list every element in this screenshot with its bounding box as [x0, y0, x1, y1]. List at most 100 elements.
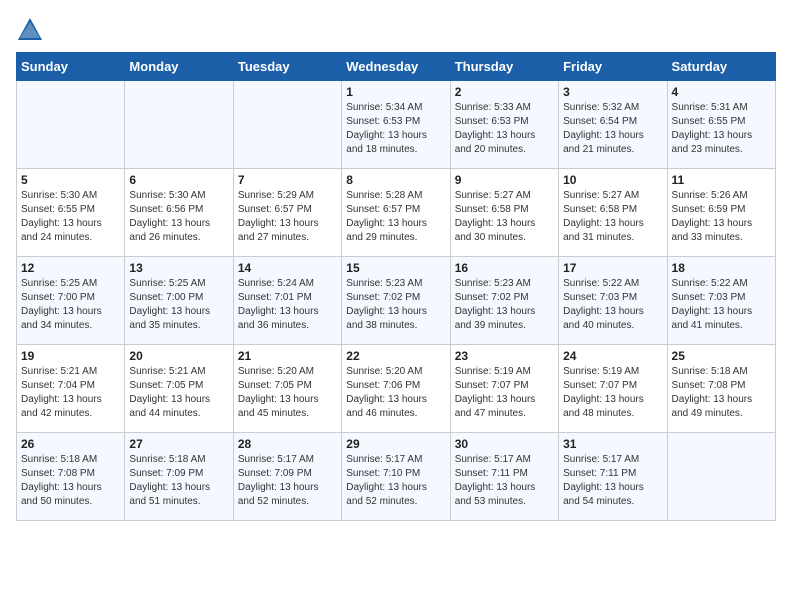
cell-content: Sunrise: 5:27 AM Sunset: 6:58 PM Dayligh… [455, 189, 554, 245]
cell-content: Sunrise: 5:20 AM Sunset: 7:06 PM Dayligh… [346, 365, 445, 421]
day-number: 19 [21, 349, 120, 363]
cell-content: Sunrise: 5:32 AM Sunset: 6:54 PM Dayligh… [563, 101, 662, 157]
calendar-cell: 3 Sunrise: 5:32 AM Sunset: 6:54 PM Daylig… [559, 81, 667, 169]
cell-content: Sunrise: 5:18 AM Sunset: 7:08 PM Dayligh… [21, 453, 120, 509]
calendar-cell: 19 Sunrise: 5:21 AM Sunset: 7:04 PM Dayli… [17, 345, 125, 433]
calendar-cell: 11 Sunrise: 5:26 AM Sunset: 6:59 PM Dayli… [667, 169, 775, 257]
day-number: 12 [21, 261, 120, 275]
day-header-wednesday: Wednesday [342, 53, 450, 81]
calendar-cell: 15Sunrise: 5:23 AM Sunset: 7:02 PM Dayli… [342, 257, 450, 345]
calendar-cell: 30 Sunrise: 5:17 AM Sunset: 7:11 PM Dayli… [450, 433, 558, 521]
day-number: 9 [455, 173, 554, 187]
calendar-cell: 7 Sunrise: 5:29 AM Sunset: 6:57 PM Daylig… [233, 169, 341, 257]
calendar-cell: 4 Sunrise: 5:31 AM Sunset: 6:55 PM Daylig… [667, 81, 775, 169]
cell-content: Sunrise: 5:17 AM Sunset: 7:11 PM Dayligh… [455, 453, 554, 509]
day-number: 18 [672, 261, 771, 275]
day-number: 5 [21, 173, 120, 187]
cell-content: Sunrise: 5:34 AM Sunset: 6:53 PM Dayligh… [346, 101, 445, 157]
calendar-cell: 1 Sunrise: 5:34 AM Sunset: 6:53 PM Daylig… [342, 81, 450, 169]
cell-content: Sunrise: 5:18 AM Sunset: 7:08 PM Dayligh… [672, 365, 771, 421]
calendar-header-row: SundayMondayTuesdayWednesdayThursdayFrid… [17, 53, 776, 81]
day-header-tuesday: Tuesday [233, 53, 341, 81]
calendar-cell: 8 Sunrise: 5:28 AM Sunset: 6:57 PM Daylig… [342, 169, 450, 257]
cell-content: Sunrise: 5:18 AM Sunset: 7:09 PM Dayligh… [129, 453, 228, 509]
cell-content: Sunrise: 5:21 AM Sunset: 7:04 PM Dayligh… [21, 365, 120, 421]
day-number: 15 [346, 261, 445, 275]
calendar-cell: 5 Sunrise: 5:30 AM Sunset: 6:55 PM Daylig… [17, 169, 125, 257]
cell-content: Sunrise: 5:17 AM Sunset: 7:09 PM Dayligh… [238, 453, 337, 509]
week-row-5: 26 Sunrise: 5:18 AM Sunset: 7:08 PM Dayli… [17, 433, 776, 521]
calendar-cell: 18 Sunrise: 5:22 AM Sunset: 7:03 PM Dayli… [667, 257, 775, 345]
day-number: 30 [455, 437, 554, 451]
day-number: 21 [238, 349, 337, 363]
day-number: 6 [129, 173, 228, 187]
cell-content: Sunrise: 5:29 AM Sunset: 6:57 PM Dayligh… [238, 189, 337, 245]
calendar-cell: 27Sunrise: 5:18 AM Sunset: 7:09 PM Dayli… [125, 433, 233, 521]
header [16, 16, 776, 44]
cell-content: Sunrise: 5:22 AM Sunset: 7:03 PM Dayligh… [563, 277, 662, 333]
cell-content: Sunrise: 5:31 AM Sunset: 6:55 PM Dayligh… [672, 101, 771, 157]
day-number: 8 [346, 173, 445, 187]
day-number: 7 [238, 173, 337, 187]
day-header-thursday: Thursday [450, 53, 558, 81]
day-header-friday: Friday [559, 53, 667, 81]
day-number: 4 [672, 85, 771, 99]
day-number: 26 [21, 437, 120, 451]
cell-content: Sunrise: 5:19 AM Sunset: 7:07 PM Dayligh… [455, 365, 554, 421]
week-row-3: 12 Sunrise: 5:25 AM Sunset: 7:00 PM Dayli… [17, 257, 776, 345]
day-number: 31 [563, 437, 662, 451]
cell-content: Sunrise: 5:20 AM Sunset: 7:05 PM Dayligh… [238, 365, 337, 421]
cell-content: Sunrise: 5:23 AM Sunset: 7:02 PM Dayligh… [455, 277, 554, 333]
calendar-cell: 10Sunrise: 5:27 AM Sunset: 6:58 PM Dayli… [559, 169, 667, 257]
calendar-cell: 31 Sunrise: 5:17 AM Sunset: 7:11 PM Dayli… [559, 433, 667, 521]
day-number: 28 [238, 437, 337, 451]
cell-content: Sunrise: 5:17 AM Sunset: 7:10 PM Dayligh… [346, 453, 445, 509]
calendar-cell: 9 Sunrise: 5:27 AM Sunset: 6:58 PM Daylig… [450, 169, 558, 257]
calendar-cell [667, 433, 775, 521]
calendar-cell [233, 81, 341, 169]
calendar-cell [125, 81, 233, 169]
calendar-cell: 25Sunrise: 5:18 AM Sunset: 7:08 PM Dayli… [667, 345, 775, 433]
day-number: 20 [129, 349, 228, 363]
week-row-4: 19 Sunrise: 5:21 AM Sunset: 7:04 PM Dayli… [17, 345, 776, 433]
calendar-cell: 17 Sunrise: 5:22 AM Sunset: 7:03 PM Dayli… [559, 257, 667, 345]
day-number: 1 [346, 85, 445, 99]
calendar-cell: 13 Sunrise: 5:25 AM Sunset: 7:00 PM Dayli… [125, 257, 233, 345]
cell-content: Sunrise: 5:24 AM Sunset: 7:01 PM Dayligh… [238, 277, 337, 333]
cell-content: Sunrise: 5:28 AM Sunset: 6:57 PM Dayligh… [346, 189, 445, 245]
calendar-body: 1 Sunrise: 5:34 AM Sunset: 6:53 PM Daylig… [17, 81, 776, 521]
calendar-cell: 16Sunrise: 5:23 AM Sunset: 7:02 PM Dayli… [450, 257, 558, 345]
cell-content: Sunrise: 5:17 AM Sunset: 7:11 PM Dayligh… [563, 453, 662, 509]
cell-content: Sunrise: 5:30 AM Sunset: 6:56 PM Dayligh… [129, 189, 228, 245]
calendar-cell: 21 Sunrise: 5:20 AM Sunset: 7:05 PM Dayli… [233, 345, 341, 433]
day-number: 3 [563, 85, 662, 99]
cell-content: Sunrise: 5:25 AM Sunset: 7:00 PM Dayligh… [129, 277, 228, 333]
cell-content: Sunrise: 5:22 AM Sunset: 7:03 PM Dayligh… [672, 277, 771, 333]
week-row-1: 1 Sunrise: 5:34 AM Sunset: 6:53 PM Daylig… [17, 81, 776, 169]
calendar-cell: 26 Sunrise: 5:18 AM Sunset: 7:08 PM Dayli… [17, 433, 125, 521]
cell-content: Sunrise: 5:30 AM Sunset: 6:55 PM Dayligh… [21, 189, 120, 245]
day-header-monday: Monday [125, 53, 233, 81]
day-number: 13 [129, 261, 228, 275]
logo [16, 16, 48, 44]
calendar-cell: 23Sunrise: 5:19 AM Sunset: 7:07 PM Dayli… [450, 345, 558, 433]
week-row-2: 5 Sunrise: 5:30 AM Sunset: 6:55 PM Daylig… [17, 169, 776, 257]
day-header-sunday: Sunday [17, 53, 125, 81]
calendar-cell: 24 Sunrise: 5:19 AM Sunset: 7:07 PM Dayli… [559, 345, 667, 433]
day-number: 22 [346, 349, 445, 363]
day-number: 2 [455, 85, 554, 99]
cell-content: Sunrise: 5:21 AM Sunset: 7:05 PM Dayligh… [129, 365, 228, 421]
calendar-cell: 28 Sunrise: 5:17 AM Sunset: 7:09 PM Dayli… [233, 433, 341, 521]
calendar-cell: 2 Sunrise: 5:33 AM Sunset: 6:53 PM Daylig… [450, 81, 558, 169]
cell-content: Sunrise: 5:19 AM Sunset: 7:07 PM Dayligh… [563, 365, 662, 421]
calendar-cell: 12Sunrise: 5:25 AM Sunset: 7:00 PM Dayli… [17, 257, 125, 345]
day-number: 17 [563, 261, 662, 275]
day-number: 10 [563, 173, 662, 187]
day-number: 24 [563, 349, 662, 363]
cell-content: Sunrise: 5:26 AM Sunset: 6:59 PM Dayligh… [672, 189, 771, 245]
logo-icon [16, 16, 44, 44]
cell-content: Sunrise: 5:33 AM Sunset: 6:53 PM Dayligh… [455, 101, 554, 157]
calendar-table: SundayMondayTuesdayWednesdayThursdayFrid… [16, 52, 776, 521]
day-number: 11 [672, 173, 771, 187]
calendar-cell: 6 Sunrise: 5:30 AM Sunset: 6:56 PM Daylig… [125, 169, 233, 257]
